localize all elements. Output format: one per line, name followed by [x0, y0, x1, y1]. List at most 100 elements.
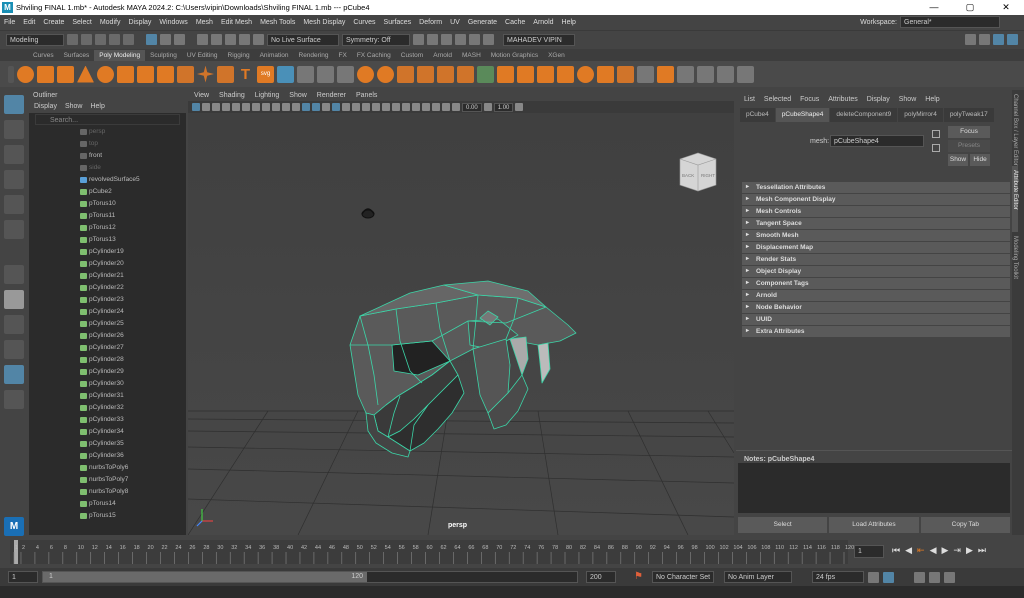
outliner-item[interactable]: pCylinder20 [29, 258, 186, 270]
smooth-shade-icon[interactable] [312, 103, 320, 111]
anim-layer-select[interactable]: No Anim Layer [724, 571, 792, 583]
shelf-menu-icon[interactable] [8, 65, 14, 83]
outliner-item[interactable]: nurbsToPoly7 [29, 474, 186, 486]
flat-shade-icon[interactable] [322, 103, 330, 111]
outliner-item[interactable]: persp [29, 126, 186, 138]
platonic-solid-icon[interactable] [157, 65, 174, 83]
ae-tab-pcube4[interactable]: pCube4 [740, 108, 775, 122]
ae-menu-selected[interactable]: Selected [764, 96, 791, 103]
bevel-icon[interactable] [437, 65, 454, 83]
paint-tool-icon[interactable] [717, 65, 734, 83]
playback-settings-icon[interactable] [944, 571, 955, 583]
graph-editor-icon[interactable] [883, 571, 894, 583]
outliner-item[interactable]: side [29, 162, 186, 174]
paint-select-tool-icon[interactable] [4, 145, 24, 164]
ae-menu-show[interactable]: Show [899, 96, 917, 103]
anti-aliasing-icon[interactable] [392, 103, 400, 111]
separate-icon[interactable] [317, 65, 334, 83]
snap-live-icon[interactable] [253, 34, 264, 45]
viewport-menu-view[interactable]: View [194, 90, 209, 101]
ae-menu-display[interactable]: Display [867, 96, 890, 103]
time-slider[interactable]: 1 2 4 6 8 10 12 14 16 18 20 22 24 26 28 30 32 34 36 38 40 42 4… [0, 538, 1024, 568]
range-start-field[interactable]: 1 [8, 571, 38, 583]
outliner-item[interactable]: pTorus14 [29, 498, 186, 510]
lasso-tool-icon[interactable] [4, 120, 24, 139]
step-back-key-icon[interactable]: ◀ [905, 545, 912, 556]
outliner-item[interactable]: pTorus15 [29, 510, 186, 522]
outliner-item[interactable]: pTorus10 [29, 198, 186, 210]
gamma-icon[interactable] [483, 103, 492, 111]
outliner-persp-layout-icon[interactable] [4, 365, 24, 384]
shelf-tab-poly-modeling[interactable]: Poly Modeling [94, 50, 146, 61]
outliner-item[interactable]: pCylinder34 [29, 426, 186, 438]
outliner-item[interactable]: pCylinder32 [29, 402, 186, 414]
outliner-search-input[interactable]: Search... [35, 114, 180, 125]
menu-help[interactable]: Help [558, 19, 580, 26]
ae-section-render-stats[interactable]: Render Stats [742, 254, 1010, 265]
outliner-item[interactable]: revolvedSurface5 [29, 174, 186, 186]
menu-mesh-tools[interactable]: Mesh Tools [256, 19, 299, 26]
menu-arnold[interactable]: Arnold [529, 19, 557, 26]
single-view-layout-icon[interactable] [4, 265, 24, 284]
quad-draw-icon[interactable] [577, 65, 594, 83]
lights-icon[interactable] [352, 103, 360, 111]
select-hierarchy-icon[interactable] [146, 34, 157, 45]
ae-tab-pcubeshape4[interactable]: pCubeShape4 [775, 108, 830, 122]
snap-surface-icon[interactable] [239, 34, 250, 45]
range-slider-handle[interactable]: 1 120 [43, 572, 367, 582]
pause-icon[interactable] [483, 34, 494, 45]
user-account-select[interactable]: MAHADEV VIPIN [503, 33, 575, 46]
shelf-tab-curves[interactable]: Curves [28, 50, 59, 61]
shelf-tab-motion-graphics[interactable]: Motion Graphics [486, 50, 543, 61]
camera-attributes-icon[interactable] [202, 103, 210, 111]
outliner-item[interactable]: pCylinder31 [29, 390, 186, 402]
ae-section-extra-attributes[interactable]: Extra Attributes [742, 326, 1010, 337]
menu-edit[interactable]: Edit [19, 19, 39, 26]
hide-button[interactable]: Hide [970, 154, 990, 166]
exposure-icon[interactable] [452, 103, 460, 111]
shelf-tab-custom[interactable]: Custom [396, 50, 428, 61]
ae-menu-focus[interactable]: Focus [800, 96, 819, 103]
animation-prefs-icon[interactable] [929, 571, 940, 583]
select-component-icon[interactable] [174, 34, 185, 45]
image-plane-icon[interactable] [222, 103, 230, 111]
hypershade-icon[interactable] [469, 34, 480, 45]
shelf-tab-sculpting[interactable]: Sculpting [145, 50, 182, 61]
maximize-button[interactable]: ▢ [952, 0, 988, 15]
viewport-menu-show[interactable]: Show [289, 90, 307, 101]
reduce-icon[interactable] [637, 65, 654, 83]
go-to-end-icon[interactable]: ⏭ [978, 545, 986, 556]
ae-load-attributes-button[interactable]: Load Attributes [829, 517, 919, 533]
bookmarks-icon[interactable] [212, 103, 220, 111]
isolate-select-icon[interactable] [412, 103, 420, 111]
shelf-tab-xgen[interactable]: XGen [543, 50, 570, 61]
redo-icon[interactable] [123, 34, 134, 45]
shelf-tab-rendering[interactable]: Rendering [294, 50, 334, 61]
maya-home-icon[interactable]: M [4, 517, 24, 536]
knife-icon[interactable] [557, 65, 574, 83]
mash-network-icon[interactable] [277, 65, 294, 83]
ae-section-displacement-map[interactable]: Displacement Map [742, 242, 1010, 253]
outliner-menu-show[interactable]: Show [65, 101, 83, 113]
shelf-tab-uv-editing[interactable]: UV Editing [182, 50, 223, 61]
viewport-menu-renderer[interactable]: Renderer [317, 90, 346, 101]
timeline-track[interactable] [10, 540, 848, 564]
connect-icon[interactable] [537, 65, 554, 83]
new-scene-icon[interactable] [67, 34, 78, 45]
node-input-icon[interactable] [932, 130, 940, 138]
outliner-item[interactable]: nurbsToPoly8 [29, 486, 186, 498]
menu-display[interactable]: Display [124, 19, 155, 26]
fps-select[interactable]: 24 fps [812, 571, 864, 583]
snap-grid-icon[interactable] [197, 34, 208, 45]
outliner-menu-display[interactable]: Display [34, 101, 57, 113]
shelf-tab-surfaces[interactable]: Surfaces [59, 50, 95, 61]
smooth-icon[interactable] [337, 65, 354, 83]
poly-plane-icon[interactable] [117, 65, 134, 83]
step-forward-frame-icon[interactable]: ⇥ [953, 545, 961, 556]
outliner-layout-icon[interactable] [4, 340, 24, 359]
current-frame-field[interactable]: 1 [854, 545, 884, 558]
scale-tool-icon[interactable] [4, 220, 24, 239]
step-forward-key-icon[interactable]: ▶ [966, 545, 973, 556]
render-frame-icon[interactable] [427, 34, 438, 45]
target-weld-icon[interactable] [517, 65, 534, 83]
